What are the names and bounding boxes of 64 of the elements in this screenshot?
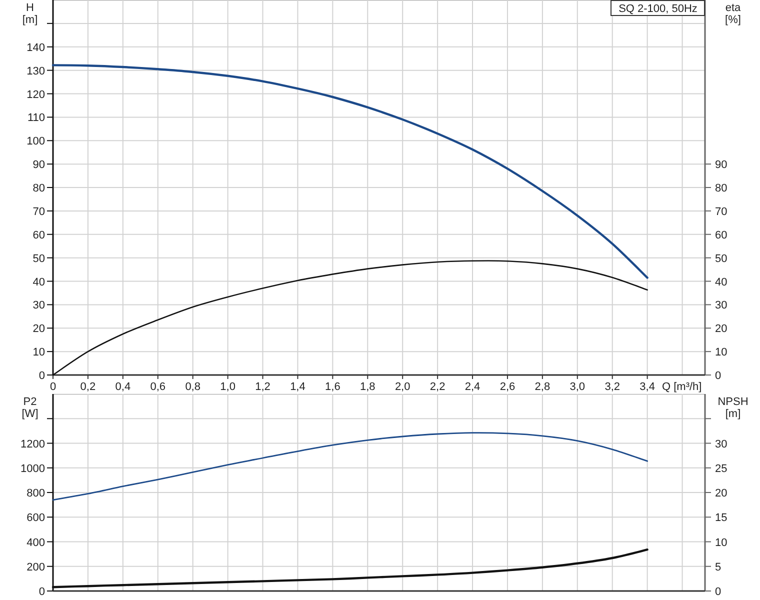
y-tick-label: 40 bbox=[715, 276, 728, 288]
y-tick-label: 10 bbox=[715, 536, 728, 549]
x-tick-label: 0,6 bbox=[150, 381, 166, 393]
x-tick-label: 3,4 bbox=[640, 381, 655, 393]
y-tick-label: 120 bbox=[26, 88, 45, 101]
x-tick-label: 3,2 bbox=[604, 381, 620, 393]
y-axis-title: P2 [W] bbox=[22, 396, 38, 420]
y-tick-label: 130 bbox=[26, 65, 45, 78]
y-tick-label: 200 bbox=[26, 561, 45, 574]
y-tick-label: 0 bbox=[715, 586, 722, 598]
y-axis-title: H [m] bbox=[22, 2, 38, 26]
y-tick-label: 90 bbox=[32, 159, 45, 172]
y-tick-label: 140 bbox=[26, 42, 45, 54]
y-tick-label: 70 bbox=[32, 206, 45, 218]
y-tick-label: 80 bbox=[32, 182, 45, 194]
y-tick-label: 1000 bbox=[20, 462, 45, 475]
y-tick-label: 20 bbox=[32, 323, 45, 336]
x-axis-title: Q [m³/h] bbox=[662, 381, 702, 393]
x-tick-label: 1,0 bbox=[220, 381, 236, 393]
y-tick-label: 90 bbox=[715, 159, 728, 172]
y-tick-label: 40 bbox=[32, 276, 45, 288]
x-tick-label: 1,8 bbox=[360, 381, 376, 393]
x-tick-label: 1,4 bbox=[290, 381, 306, 393]
y-tick-label: 600 bbox=[26, 512, 45, 524]
y-tick-label: 10 bbox=[715, 346, 728, 359]
x-tick-label: 0,2 bbox=[80, 381, 96, 393]
y-tick-label: 60 bbox=[715, 229, 728, 242]
x-tick-label: 2,8 bbox=[534, 381, 550, 393]
y-axis-title: NPSH [m] bbox=[718, 396, 748, 420]
y-tick-label: 20 bbox=[715, 323, 728, 336]
y-tick-label: 400 bbox=[26, 536, 45, 549]
y-tick-label: 100 bbox=[26, 136, 45, 148]
y-tick-label: 30 bbox=[715, 300, 728, 312]
y-tick-label: 15 bbox=[715, 512, 728, 524]
x-tick-label: 2,2 bbox=[430, 381, 446, 393]
y-tick-label: 30 bbox=[32, 300, 45, 312]
x-tick-label: 2,0 bbox=[394, 381, 410, 393]
x-tick-label: 0,8 bbox=[185, 381, 200, 393]
y-tick-label: 1200 bbox=[20, 438, 45, 450]
y-tick-label: 800 bbox=[26, 488, 45, 500]
y-tick-label: 50 bbox=[715, 252, 728, 265]
x-tick-label: 2,6 bbox=[500, 381, 516, 393]
x-tick-label: 2,4 bbox=[464, 381, 480, 393]
legend-box: SQ 2-100, 50Hz bbox=[610, 0, 705, 16]
y-tick-label: 25 bbox=[715, 462, 728, 475]
x-tick-label: 1,6 bbox=[325, 381, 340, 393]
y-axis-title: eta [%] bbox=[725, 2, 741, 26]
x-tick-label: 1,2 bbox=[255, 381, 270, 393]
x-tick-label: 0 bbox=[50, 381, 56, 393]
y-tick-label: 50 bbox=[32, 252, 45, 265]
y-tick-label: 10 bbox=[32, 346, 45, 359]
x-tick-label: 0,4 bbox=[115, 381, 131, 393]
y-tick-label: 80 bbox=[715, 182, 728, 194]
chart-title: SQ 2-100, 50Hz bbox=[618, 3, 698, 15]
y-tick-label: 0 bbox=[38, 586, 45, 598]
y-tick-label: 0 bbox=[38, 370, 45, 382]
y-tick-label: 60 bbox=[32, 229, 45, 242]
y-tick-label: 5 bbox=[715, 561, 722, 574]
y-tick-label: 70 bbox=[715, 206, 728, 218]
x-tick-label: 3,0 bbox=[570, 381, 586, 393]
y-tick-label: 20 bbox=[715, 488, 728, 500]
y-tick-label: 30 bbox=[715, 438, 728, 450]
y-tick-label: 110 bbox=[27, 112, 45, 124]
y-tick-label: 0 bbox=[715, 370, 722, 382]
